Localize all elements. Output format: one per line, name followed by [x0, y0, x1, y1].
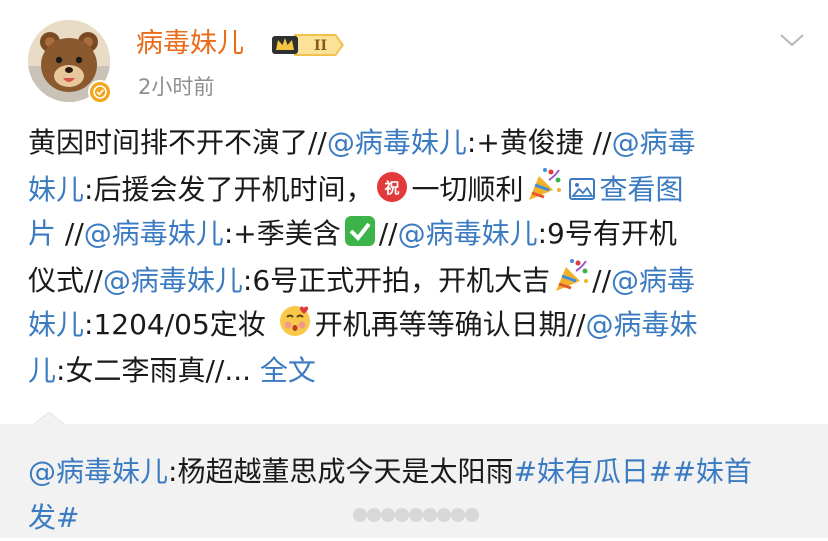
mention-link[interactable]: 妹儿	[28, 173, 84, 206]
mention-link[interactable]: @病毒妹儿	[84, 217, 224, 250]
mention-link[interactable]: @病毒妹儿	[327, 126, 467, 159]
mention-link[interactable]: 妹儿	[28, 308, 84, 341]
svg-text:祝: 祝	[385, 179, 400, 197]
text-span: :+季美含	[224, 217, 341, 250]
username[interactable]: 病毒妹儿	[136, 26, 244, 62]
watermark-dots	[352, 504, 482, 526]
mention-link[interactable]: @病毒妹儿	[398, 217, 538, 250]
weibo-post-card: 病毒妹儿 II 2小时前 黄因时间排不开不演了//@病毒妹儿:+黄俊捷 //@病…	[0, 0, 828, 424]
text-span: 开机再等等确认日期//	[315, 308, 586, 341]
inline-link[interactable]: 查看图	[599, 173, 683, 206]
text-line: 儿:女二李雨真//... 全文	[28, 348, 818, 394]
crown-level-badge-icon[interactable]: II	[270, 30, 348, 64]
text-line: 片 //@病毒妹儿:+季美含//@病毒妹儿:9号有开机	[28, 211, 818, 257]
mention-link[interactable]: 儿	[28, 354, 56, 387]
check-mark-emoji-icon	[343, 214, 377, 262]
text-span: //	[56, 217, 84, 250]
mention-link[interactable]: @病毒	[612, 126, 696, 159]
inline-link[interactable]: 全文	[260, 354, 316, 387]
mention-link[interactable]: @病毒妹儿	[28, 455, 168, 488]
text-span: 一切顺利	[411, 173, 523, 206]
mention-link[interactable]: 发#	[28, 501, 79, 534]
text-span: :杨超越董思成今天是太阳雨	[168, 455, 513, 488]
inline-link[interactable]: 片	[28, 217, 56, 250]
text-line: 妹儿:后援会发了开机时间， 祝一切顺利 查看图	[28, 166, 818, 212]
text-line: 黄因时间排不开不演了//@病毒妹儿:+黄俊捷 //@病毒	[28, 120, 818, 166]
kissing-face-emoji-icon	[277, 303, 313, 353]
text-span: :1204/05定妆	[84, 308, 275, 341]
text-span: 黄因时间排不开不演了//	[28, 126, 327, 159]
mention-link[interactable]: @病毒	[611, 264, 695, 297]
mention-link[interactable]: @病毒妹	[586, 308, 698, 341]
text-span: :后援会发了开机时间，	[84, 173, 373, 206]
text-line: 妹儿:1204/05定妆 开机再等等确认日期//@病毒妹	[28, 302, 818, 348]
text-span: :+黄俊捷 //	[467, 126, 612, 159]
repost-notch	[34, 412, 64, 426]
post-text: 黄因时间排不开不演了//@病毒妹儿:+黄俊捷 //@病毒妹儿:后援会发了开机时间…	[28, 120, 818, 393]
text-line: 仪式//@病毒妹儿:6号正式开拍，开机大吉 //@病毒	[28, 257, 818, 303]
mention-link[interactable]: @病毒妹儿	[103, 264, 243, 297]
post-time: 2小时前	[138, 72, 214, 102]
party-popper-emoji-icon	[552, 257, 590, 309]
text-line: @病毒妹儿:杨超越董思成今天是太阳雨#妹有瓜日##妹首	[28, 450, 818, 496]
party-popper-emoji-icon	[525, 166, 563, 218]
text-span: :6号正式开拍，开机大吉	[243, 264, 550, 297]
repost-text: @病毒妹儿:杨超越董思成今天是太阳雨#妹有瓜日##妹首发#	[28, 450, 818, 541]
text-span: 仪式//	[28, 264, 103, 297]
blessing-emoji-icon: 祝	[375, 170, 409, 218]
chevron-down-icon[interactable]	[778, 30, 806, 54]
mention-link[interactable]: #妹有瓜日#	[513, 455, 672, 488]
text-span: //	[379, 217, 398, 250]
mention-link[interactable]: #妹首	[672, 455, 751, 488]
verified-badge-icon	[88, 80, 112, 104]
text-span: :女二李雨真//...	[56, 354, 260, 387]
level-text: II	[314, 38, 327, 54]
text-span: :9号有开机	[538, 217, 677, 250]
text-span: //	[592, 264, 611, 297]
